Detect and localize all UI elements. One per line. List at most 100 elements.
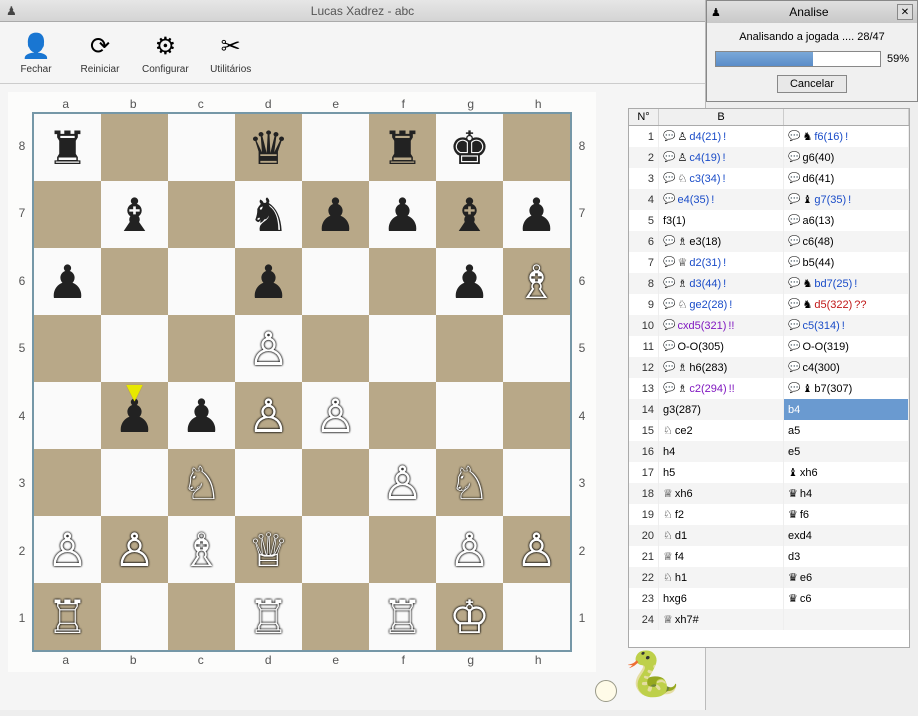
move-num: 7: [629, 252, 659, 273]
square-g4[interactable]: [436, 382, 503, 449]
move-row[interactable]: 5 f3(1) 💬 a6(13): [629, 210, 909, 231]
square-e4[interactable]: ♙: [302, 382, 369, 449]
square-b8[interactable]: [101, 114, 168, 181]
square-f3[interactable]: ♙: [369, 449, 436, 516]
square-f7[interactable]: ♟: [369, 181, 436, 248]
square-e1[interactable]: [302, 583, 369, 650]
square-a2[interactable]: ♙: [34, 516, 101, 583]
square-c2[interactable]: ♗: [168, 516, 235, 583]
square-h6[interactable]: ♗: [503, 248, 570, 315]
square-g8[interactable]: ♚: [436, 114, 503, 181]
square-c5[interactable]: [168, 315, 235, 382]
move-row[interactable]: 21♕ f4 d3: [629, 546, 909, 567]
square-d7[interactable]: ♞: [235, 181, 302, 248]
square-h8[interactable]: [503, 114, 570, 181]
move-row[interactable]: 10💬 cxd5(321) !!💬 c5(314) !: [629, 315, 909, 336]
square-h2[interactable]: ♙: [503, 516, 570, 583]
square-e5[interactable]: [302, 315, 369, 382]
square-h4[interactable]: [503, 382, 570, 449]
square-d2[interactable]: ♕: [235, 516, 302, 583]
square-c4[interactable]: ♟: [168, 382, 235, 449]
move-row[interactable]: 7💬♕ d2(31) !💬 b5(44): [629, 252, 909, 273]
speech-icon: 💬: [663, 320, 675, 331]
square-f5[interactable]: [369, 315, 436, 382]
square-h5[interactable]: [503, 315, 570, 382]
move-row[interactable]: 9💬♘ ge2(28) !💬♞ d5(322) ??: [629, 294, 909, 315]
square-d4[interactable]: ♙: [235, 382, 302, 449]
square-e3[interactable]: [302, 449, 369, 516]
square-h1[interactable]: [503, 583, 570, 650]
move-row[interactable]: 19♘ f2 ♛ f6: [629, 504, 909, 525]
square-b5[interactable]: [101, 315, 168, 382]
move-row[interactable]: 2💬♙ c4(19) !💬 g6(40): [629, 147, 909, 168]
square-f2[interactable]: [369, 516, 436, 583]
square-b4[interactable]: ♟▼: [101, 382, 168, 449]
square-d8[interactable]: ♛: [235, 114, 302, 181]
utilitarios-button[interactable]: ✂Utilitários: [203, 26, 259, 79]
square-c1[interactable]: [168, 583, 235, 650]
moves-list[interactable]: 1💬♙ d4(21) !💬♞ f6(16) !2💬♙ c4(19) !💬 g6(…: [629, 126, 909, 646]
square-g7[interactable]: ♝: [436, 181, 503, 248]
move-row[interactable]: 1💬♙ d4(21) !💬♞ f6(16) !: [629, 126, 909, 147]
square-g6[interactable]: ♟: [436, 248, 503, 315]
move-row[interactable]: 17 h5 ♝ xh6: [629, 462, 909, 483]
square-f6[interactable]: [369, 248, 436, 315]
square-a1[interactable]: ♖: [34, 583, 101, 650]
square-a4[interactable]: [34, 382, 101, 449]
square-f8[interactable]: ♜: [369, 114, 436, 181]
square-d5[interactable]: ♙: [235, 315, 302, 382]
square-a7[interactable]: [34, 181, 101, 248]
move-row[interactable]: 6💬♗ e3(18) 💬 c6(48): [629, 231, 909, 252]
square-c7[interactable]: [168, 181, 235, 248]
square-g1[interactable]: ♔: [436, 583, 503, 650]
square-g2[interactable]: ♙: [436, 516, 503, 583]
square-d3[interactable]: [235, 449, 302, 516]
move-row[interactable]: 11💬 O-O(305) 💬 O-O(319): [629, 336, 909, 357]
move-row[interactable]: 15♘ ce2 a5: [629, 420, 909, 441]
square-a3[interactable]: [34, 449, 101, 516]
square-g5[interactable]: [436, 315, 503, 382]
square-a6[interactable]: ♟: [34, 248, 101, 315]
move-row[interactable]: 24♕ xh7#: [629, 609, 909, 630]
square-d6[interactable]: ♟: [235, 248, 302, 315]
square-b1[interactable]: [101, 583, 168, 650]
square-d1[interactable]: ♖: [235, 583, 302, 650]
square-f1[interactable]: ♖: [369, 583, 436, 650]
move-row[interactable]: 3💬♘ c3(34) !💬 d6(41): [629, 168, 909, 189]
square-h7[interactable]: ♟: [503, 181, 570, 248]
square-h3[interactable]: [503, 449, 570, 516]
move-row[interactable]: 8💬♗ d3(44) !💬♞ bd7(25) !: [629, 273, 909, 294]
move-row[interactable]: 12💬♗ h6(283) 💬 c4(300): [629, 357, 909, 378]
square-a8[interactable]: ♜: [34, 114, 101, 181]
square-e7[interactable]: ♟: [302, 181, 369, 248]
square-b3[interactable]: [101, 449, 168, 516]
square-f4[interactable]: [369, 382, 436, 449]
move-black: ♛ f6: [784, 504, 909, 525]
square-b7[interactable]: ♝: [101, 181, 168, 248]
cancel-button[interactable]: Cancelar: [777, 75, 847, 93]
move-row[interactable]: 23 hxg6 ♛ c6: [629, 588, 909, 609]
configurar-button[interactable]: ⚙Configurar: [136, 26, 195, 79]
fechar-button[interactable]: 👤Fechar: [8, 26, 64, 79]
square-c8[interactable]: [168, 114, 235, 181]
close-icon[interactable]: ✕: [897, 4, 913, 20]
moves-panel: N° B 1💬♙ d4(21) !💬♞ f6(16) !2💬♙ c4(19) !…: [628, 108, 910, 648]
square-e8[interactable]: [302, 114, 369, 181]
square-b2[interactable]: ♙: [101, 516, 168, 583]
chess-board[interactable]: abcdefgh8♜♛♜♚♝♞♟♟♝♟♟♟♟♗♙♟▼♟♙♙♘♙♘♙♙♗♕♙♙♖♖…: [12, 96, 592, 668]
square-c6[interactable]: [168, 248, 235, 315]
reiniciar-button[interactable]: ⟳Reiniciar: [72, 26, 128, 79]
square-c3[interactable]: ♘: [168, 449, 235, 516]
move-row[interactable]: 16 h4 e5: [629, 441, 909, 462]
move-row[interactable]: 14 g3(287) b4: [629, 399, 909, 420]
square-e2[interactable]: [302, 516, 369, 583]
square-e6[interactable]: [302, 248, 369, 315]
square-a5[interactable]: [34, 315, 101, 382]
move-row[interactable]: 18♕ xh6 ♛ h4: [629, 483, 909, 504]
square-g3[interactable]: ♘: [436, 449, 503, 516]
move-row[interactable]: 20♘ d1 exd4: [629, 525, 909, 546]
move-row[interactable]: 13💬♗ c2(294) !!💬♝ b7(307): [629, 378, 909, 399]
move-row[interactable]: 22♘ h1 ♛ e6: [629, 567, 909, 588]
move-row[interactable]: 4💬 e4(35) !💬♝ g7(35) !: [629, 189, 909, 210]
square-b6[interactable]: [101, 248, 168, 315]
